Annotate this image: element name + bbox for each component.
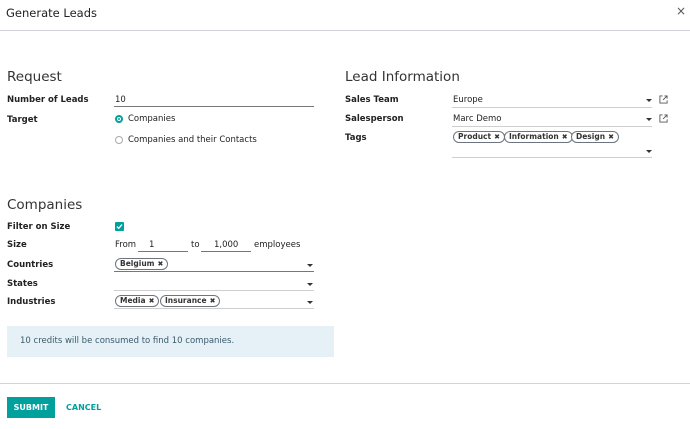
countries-input[interactable] [114,271,314,272]
number-of-leads-label: Number of Leads [7,95,89,105]
tag-design: Design ✖ [571,131,619,143]
size-to-underline [201,251,251,252]
size-to-input[interactable]: 1,000 [214,240,238,250]
country-tag-belgium: Belgium ✖ [115,258,169,270]
states-label: States [7,279,38,289]
dialog-title: Generate Leads [6,6,97,20]
request-section-title: Request [7,69,62,85]
country-tag-belgium-remove-icon[interactable]: ✖ [157,260,163,268]
size-unit-label: employees [254,240,301,250]
tags-label: Tags [345,133,367,143]
tag-information: Information ✖ [504,131,573,143]
sales-team-underline [452,107,652,108]
sales-team-external-link-icon[interactable] [659,95,668,104]
companies-section-title: Companies [7,197,83,213]
lead-info-section-title: Lead Information [345,69,460,85]
sales-team-label: Sales Team [345,95,399,105]
number-of-leads-input[interactable]: 10 [115,95,126,105]
states-chevron-down-icon[interactable] [307,283,313,286]
industries-chevron-down-icon[interactable] [307,301,313,304]
target-label: Target [7,115,38,125]
tag-design-remove-icon[interactable]: ✖ [608,133,614,141]
dialog-header: Generate Leads × [0,0,690,31]
tags-input[interactable] [452,157,652,158]
sales-team-select[interactable]: Europe [453,95,483,105]
number-of-leads-underline [114,106,314,107]
industries-input[interactable] [114,308,314,309]
salesperson-select[interactable]: Marc Demo [453,114,501,124]
credits-alert-text: 10 credits will be consumed to find 10 c… [20,336,235,346]
countries-label: Countries [7,260,54,270]
filter-on-size-label: Filter on Size [7,222,71,232]
industries-label: Industries [7,297,56,307]
tag-information-remove-icon[interactable]: ✖ [562,133,568,141]
tag-design-label: Design [576,132,606,141]
industry-tag-media-label: Media [120,296,146,305]
check-icon [116,224,123,230]
tag-product-label: Product [458,132,492,141]
target-option-companies-contacts: Companies and their Contacts [128,135,257,145]
footer-divider [0,383,690,384]
target-radio-companies[interactable] [115,115,123,123]
filter-on-size-checkbox[interactable] [115,222,124,231]
industry-tag-media: Media ✖ [115,295,160,307]
industry-tag-media-remove-icon[interactable]: ✖ [149,297,155,305]
country-tag-belgium-label: Belgium [120,259,155,268]
target-radio-companies-contacts[interactable] [115,136,123,144]
tags-chevron-down-icon[interactable] [646,150,652,153]
tag-product-remove-icon[interactable]: ✖ [494,133,500,141]
size-from-underline [138,251,188,252]
salesperson-label: Salesperson [345,114,404,124]
close-icon[interactable]: × [676,4,686,18]
credits-alert: 10 credits will be consumed to find 10 c… [7,326,334,357]
size-label: Size [7,240,27,250]
salesperson-chevron-down-icon[interactable] [646,118,652,121]
industry-tag-insurance: Insurance ✖ [160,295,221,307]
size-to-label: to [191,240,200,250]
salesperson-underline [452,126,652,127]
size-from-label: From [115,240,137,250]
submit-button[interactable]: SUBMIT [7,397,55,418]
states-input[interactable] [114,290,314,291]
tag-product: Product ✖ [453,131,505,143]
size-from-input[interactable]: 1 [149,240,154,250]
countries-chevron-down-icon[interactable] [307,264,313,267]
industry-tag-insurance-remove-icon[interactable]: ✖ [210,297,216,305]
tag-information-label: Information [509,132,559,141]
salesperson-external-link-icon[interactable] [659,114,668,123]
industry-tag-insurance-label: Insurance [165,296,207,305]
sales-team-chevron-down-icon[interactable] [646,99,652,102]
target-option-companies: Companies [128,114,176,124]
cancel-button[interactable]: CANCEL [66,403,101,412]
